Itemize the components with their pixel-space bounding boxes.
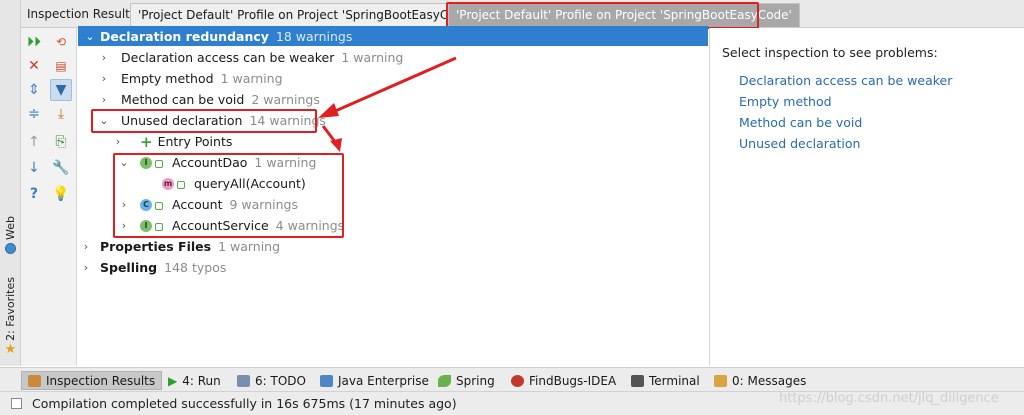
chevron-right-icon[interactable]: › bbox=[78, 261, 94, 274]
tree-node-empty-method[interactable]: › Empty method 1 warning bbox=[78, 68, 708, 89]
link-empty-method[interactable]: Empty method bbox=[739, 94, 832, 109]
favorites-tool-tab[interactable]: ★ 2: Favorites bbox=[1, 277, 20, 356]
tool-label: FindBugs-IDEA bbox=[529, 373, 617, 388]
node-label: Declaration redundancy bbox=[100, 28, 269, 44]
inspection-results-label: Inspection Results: bbox=[27, 7, 141, 21]
filter-icon[interactable]: ▼ bbox=[50, 79, 72, 101]
tool-java-enterprise[interactable]: Java Enterprise bbox=[314, 371, 435, 390]
tree-node-access-weaker[interactable]: › Declaration access can be weaker 1 war… bbox=[78, 47, 708, 68]
status-checkbox[interactable] bbox=[11, 398, 22, 409]
prev-icon[interactable]: ↑ bbox=[23, 131, 45, 153]
web-tab-label: Web bbox=[4, 216, 17, 240]
java-enterprise-icon bbox=[320, 374, 333, 387]
chevron-right-icon[interactable]: › bbox=[78, 240, 94, 253]
watermark: https://blog.csdn.net/jlq_diligence bbox=[779, 391, 999, 406]
bulb-icon[interactable]: 💡 bbox=[50, 183, 72, 205]
tree-node-properties-files[interactable]: › Properties Files 1 warning bbox=[78, 236, 708, 257]
wrench-icon[interactable]: 🔧 bbox=[50, 157, 72, 179]
tool-label: Terminal bbox=[649, 373, 700, 388]
left-tool-strip: Web ★ 2: Favorites bbox=[0, 0, 21, 366]
tool-label: Java Enterprise bbox=[338, 373, 429, 388]
node-label: Method can be void bbox=[121, 92, 245, 107]
chevron-down-icon[interactable]: ⌄ bbox=[82, 30, 98, 43]
collapse-all-icon[interactable]: ≑ bbox=[23, 103, 45, 125]
todo-icon bbox=[237, 374, 250, 387]
chevron-right-icon[interactable]: › bbox=[96, 72, 112, 85]
tool-label: 6: TODO bbox=[255, 373, 306, 388]
bug-icon bbox=[511, 374, 524, 387]
tool-todo[interactable]: 6: TODO bbox=[231, 371, 312, 390]
expand-all-icon[interactable]: ⇕ bbox=[23, 79, 45, 101]
node-count: 148 typos bbox=[164, 260, 227, 275]
favorites-tab-label: 2: Favorites bbox=[4, 277, 17, 341]
edit-icon[interactable]: ⎘ bbox=[50, 131, 72, 153]
tool-label: 0: Messages bbox=[732, 373, 807, 388]
rerun-icon[interactable]: ⟲ bbox=[50, 31, 72, 53]
help-icon[interactable]: ? bbox=[23, 183, 45, 205]
export-icon[interactable]: ▤ bbox=[50, 55, 72, 77]
node-count: 1 warning bbox=[218, 239, 281, 254]
node-label: Properties Files bbox=[100, 239, 212, 254]
plus-icon: + bbox=[140, 132, 153, 151]
inspection-toolbar: ⏵⏵ ⟲ ✕ ▤ ⇕ ▼ ≑ ⤓ ↑ ⎘ ↓ 🔧 ? 💡 bbox=[21, 28, 77, 366]
tool-findbugs[interactable]: FindBugs-IDEA bbox=[505, 371, 622, 390]
tool-label: Spring bbox=[456, 373, 495, 388]
problems-panel: Select inspection to see problems: Decla… bbox=[710, 28, 1024, 366]
node-count: 2 warnings bbox=[251, 92, 320, 107]
tool-label: Inspection Results bbox=[46, 373, 156, 388]
annotation-box-classes bbox=[113, 153, 344, 238]
inspection-icon bbox=[28, 374, 41, 387]
close-icon[interactable]: ✕ bbox=[23, 55, 45, 77]
tool-label: 4: Run bbox=[182, 373, 221, 388]
star-icon: ★ bbox=[4, 341, 17, 357]
spring-leaf-icon bbox=[438, 374, 451, 387]
run-icon[interactable]: ⏵⏵ bbox=[23, 31, 45, 53]
link-method-void[interactable]: Method can be void bbox=[739, 115, 862, 130]
chevron-right-icon[interactable]: › bbox=[96, 93, 112, 106]
annotation-box-tab bbox=[446, 2, 759, 29]
tool-spring[interactable]: Spring bbox=[432, 371, 501, 390]
tree-node-entry-points[interactable]: › + Entry Points bbox=[78, 131, 708, 152]
node-count: 1 warning bbox=[341, 50, 404, 65]
link-access-weaker[interactable]: Declaration access can be weaker bbox=[739, 73, 952, 88]
link-unused-declaration[interactable]: Unused declaration bbox=[739, 136, 860, 151]
node-label: Entry Points bbox=[157, 134, 233, 149]
node-label: Spelling bbox=[100, 260, 158, 275]
node-count: 1 warning bbox=[220, 71, 283, 86]
import-icon[interactable]: ⤓ bbox=[50, 103, 72, 125]
chevron-right-icon[interactable]: › bbox=[96, 51, 112, 64]
node-label: Empty method bbox=[121, 71, 214, 86]
web-tool-tab[interactable]: Web bbox=[1, 216, 20, 254]
node-label: Declaration access can be weaker bbox=[121, 50, 335, 65]
tool-windows-bar: Inspection Results ▶ 4: Run 6: TODO Java… bbox=[0, 367, 1024, 391]
annotation-box-unused bbox=[91, 109, 317, 133]
tool-messages[interactable]: 0: Messages bbox=[708, 371, 812, 390]
messages-icon bbox=[714, 374, 727, 387]
tree-node-declaration-redundancy[interactable]: ⌄ Declaration redundancy 18 warnings bbox=[78, 26, 708, 46]
problems-hint: Select inspection to see problems: bbox=[722, 45, 938, 60]
chevron-right-icon[interactable]: › bbox=[110, 135, 126, 148]
tab-profile-1[interactable]: 'Project Default' Profile on Project 'Sp… bbox=[130, 3, 482, 27]
tree-node-spelling[interactable]: › Spelling 148 typos bbox=[78, 257, 708, 278]
terminal-icon bbox=[631, 374, 644, 387]
tool-run[interactable]: ▶ 4: Run bbox=[162, 371, 227, 390]
run-icon: ▶ bbox=[168, 373, 178, 388]
next-icon[interactable]: ↓ bbox=[23, 157, 45, 179]
node-count: 18 warnings bbox=[275, 28, 353, 44]
status-message: Compilation completed successfully in 16… bbox=[32, 396, 457, 411]
tool-terminal[interactable]: Terminal bbox=[625, 371, 706, 390]
tool-inspection-results[interactable]: Inspection Results bbox=[21, 371, 163, 390]
globe-icon bbox=[5, 242, 16, 254]
tree-node-method-void[interactable]: › Method can be void 2 warnings bbox=[78, 89, 708, 110]
